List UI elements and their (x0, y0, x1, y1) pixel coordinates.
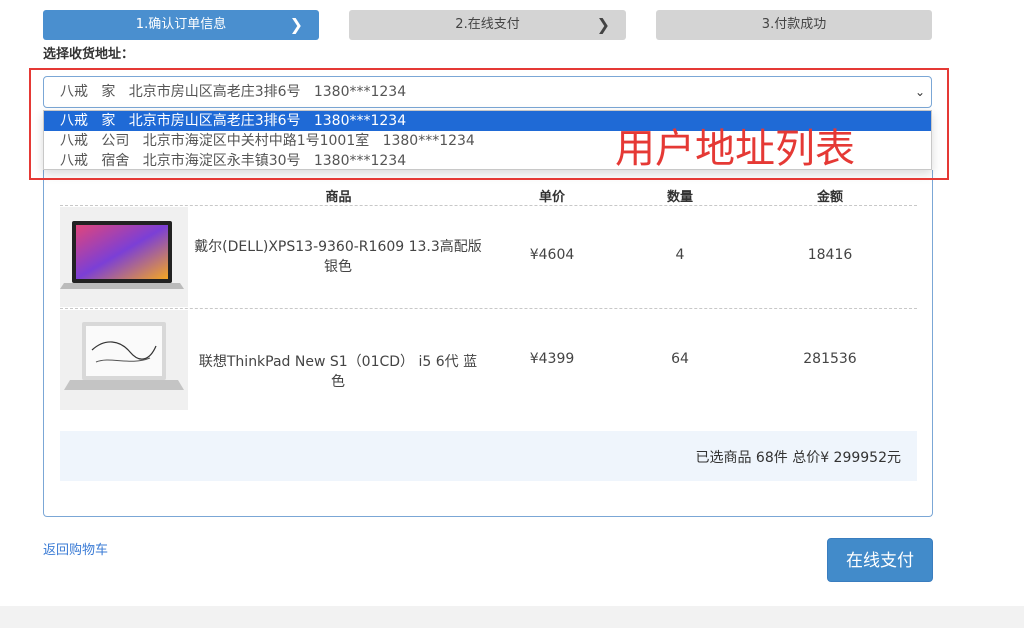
step-confirm-order[interactable]: 1.确认订单信息 ❯ (43, 10, 319, 40)
step-payment-success[interactable]: 3.付款成功 (656, 10, 932, 40)
address-section-label: 选择收货地址： (43, 47, 135, 62)
order-summary: 已选商品 68件 总价¥ 299952元 (60, 431, 917, 481)
product-name[interactable]: 联想ThinkPad New S1（01CD） i5 6代 蓝色 (192, 351, 484, 391)
product-price: ¥4604 (529, 247, 575, 263)
divider (60, 205, 917, 206)
page-footer (0, 606, 1024, 628)
table-header: 商品 单价 数量 金额 (60, 186, 917, 206)
header-quantity: 数量 (666, 190, 693, 205)
divider (60, 308, 917, 309)
product-quantity: 4 (675, 247, 685, 263)
pay-online-button[interactable]: 在线支付 (827, 538, 933, 582)
step-label: 1.确认订单信息 (135, 17, 227, 32)
product-quantity: 64 (671, 351, 689, 367)
step-online-payment[interactable]: 2.在线支付 ❯ (349, 10, 626, 40)
chevron-right-icon: ❯ (289, 15, 303, 34)
product-price: ¥4399 (529, 351, 575, 367)
header-price: 单价 (538, 190, 565, 205)
header-amount: 金额 (816, 190, 843, 205)
product-amount: 18416 (807, 247, 853, 263)
product-image-dell[interactable] (60, 207, 188, 307)
back-to-cart-link[interactable]: 返回购物车 (43, 539, 108, 558)
product-name[interactable]: 戴尔(DELL)XPS13-9360-R1609 13.3高配版银色 (192, 237, 484, 277)
laptop-icon (60, 221, 184, 289)
annotation-label: 用户地址列表 (615, 126, 855, 172)
product-amount: 281536 (803, 351, 857, 367)
step-label: 3.付款成功 (761, 17, 827, 32)
product-image-thinkpad[interactable] (60, 310, 188, 410)
laptop-icon (64, 322, 184, 390)
step-label: 2.在线支付 (455, 17, 520, 32)
chevron-right-icon: ❯ (596, 15, 610, 34)
summary-text: 已选商品 68件 总价¥ 299952元 (695, 450, 901, 466)
